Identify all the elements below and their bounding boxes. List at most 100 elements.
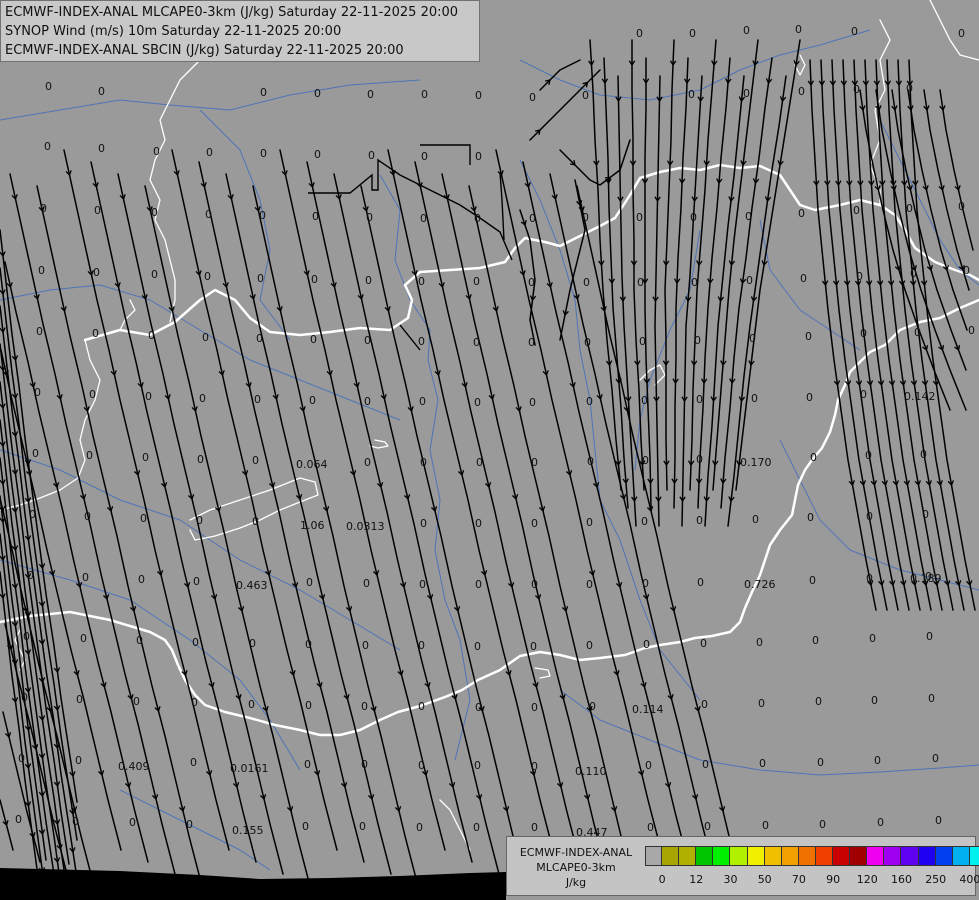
- map-canvas[interactable]: 0 0 0 0 0 0 0 0 0 0 0 0 0 0 0 0 0 0 0 0 0 0 0 0 0 0 0 0 0 0 0 0 0 0 0 0 0 0 0 0…: [0, 0, 979, 900]
- value-label-zero: 0: [914, 326, 921, 339]
- value-label: 0.0161: [230, 762, 269, 775]
- value-label: 1.06: [300, 519, 325, 532]
- value-label-zero: 0: [364, 456, 371, 469]
- legend-swatch: [815, 846, 834, 866]
- legend-swatch: [645, 846, 663, 866]
- value-label-zero: 0: [809, 574, 816, 587]
- value-label-zero: 0: [805, 330, 812, 343]
- value-label-zero: 0: [688, 88, 695, 101]
- value-label-zero: 0: [359, 820, 366, 833]
- value-label-zero: 0: [38, 264, 45, 277]
- value-label-zero: 0: [416, 821, 423, 834]
- value-label-zero: 0: [192, 636, 199, 649]
- value-label-zero: 0: [928, 692, 935, 705]
- value-label-zero: 0: [636, 211, 643, 224]
- value-label-zero: 0: [860, 388, 867, 401]
- value-label-zero: 0: [920, 448, 927, 461]
- value-label-zero: 0: [136, 634, 143, 647]
- legend-swatch: [781, 846, 799, 866]
- value-label-zero: 0: [582, 89, 589, 102]
- value-label-zero: 0: [745, 210, 752, 223]
- value-label-zero: 0: [800, 272, 807, 285]
- value-label-zero: 0: [877, 816, 884, 829]
- value-label-zero: 0: [586, 395, 593, 408]
- value-label-zero: 0: [647, 821, 654, 834]
- map-title-box: ECMWF-INDEX-ANAL MLCAPE0-3km (J/kg) Satu…: [0, 0, 480, 62]
- value-label-zero: 0: [305, 699, 312, 712]
- value-label-zero: 0: [586, 639, 593, 652]
- value-label-zero: 0: [475, 150, 482, 163]
- title-line-synop-wind: SYNOP Wind (m/s) 10m Saturday 22-11-2025…: [5, 24, 342, 39]
- value-label-zero: 0: [86, 449, 93, 462]
- value-label-zero: 0: [309, 394, 316, 407]
- value-label-zero: 0: [474, 212, 481, 225]
- value-label-zero: 0: [586, 578, 593, 591]
- value-label-zero: 0: [910, 267, 917, 280]
- value-label-zero: 0: [817, 756, 824, 769]
- value-label-zero: 0: [44, 140, 51, 153]
- value-label-zero: 0: [583, 276, 590, 289]
- value-label-zero: 0: [865, 449, 872, 462]
- value-label-zero: 0: [191, 696, 198, 709]
- value-label-zero: 0: [530, 640, 537, 653]
- value-label-zero: 0: [528, 276, 535, 289]
- value-label-zero: 0: [642, 577, 649, 590]
- value-label-zero: 0: [72, 815, 79, 828]
- value-label-zero: 0: [190, 756, 197, 769]
- value-label: 0.0313: [346, 520, 385, 533]
- value-label-zero: 0: [751, 392, 758, 405]
- value-label-zero: 0: [806, 391, 813, 404]
- legend-line-parameter: MLCAPE0-3km: [536, 861, 616, 874]
- value-label: 0.189: [910, 572, 942, 585]
- value-label-zero: 0: [475, 701, 482, 714]
- value-label-zero: 0: [420, 212, 427, 225]
- value-label-zero: 0: [704, 820, 711, 833]
- title-line-sbcin: ECMWF-INDEX-ANAL SBCIN (J/kg) Saturday 2…: [5, 43, 404, 58]
- legend-swatch: [969, 846, 979, 866]
- legend-label: ECMWF-INDEX-ANAL MLCAPE0-3km J/kg: [511, 845, 641, 890]
- value-label-zero: 0: [641, 515, 648, 528]
- value-label-zero: 0: [361, 758, 368, 771]
- title-line-mlcape: ECMWF-INDEX-ANAL MLCAPE0-3km (J/kg) Satu…: [5, 5, 459, 20]
- legend-swatch: [901, 846, 919, 866]
- value-label-zero: 0: [752, 513, 759, 526]
- value-label-zero: 0: [696, 453, 703, 466]
- value-label: 0.170: [740, 456, 772, 469]
- value-label-zero: 0: [82, 571, 89, 584]
- value-label-zero: 0: [798, 207, 805, 220]
- value-label-zero: 0: [138, 573, 145, 586]
- value-label-zero: 0: [153, 145, 160, 158]
- value-label-zero: 0: [531, 760, 538, 773]
- legend-swatch: [952, 846, 970, 866]
- value-label-zero: 0: [84, 510, 91, 523]
- legend-tick-label: 250: [925, 873, 947, 886]
- value-label-zero: 0: [254, 393, 261, 406]
- value-label-zero: 0: [364, 334, 371, 347]
- value-label-zero: 0: [866, 572, 873, 585]
- value-label-zero: 0: [199, 392, 206, 405]
- value-label-zero: 0: [475, 578, 482, 591]
- legend-line-source: ECMWF-INDEX-ANAL: [519, 846, 633, 859]
- value-label-zero: 0: [756, 636, 763, 649]
- legend-swatch: [935, 846, 953, 866]
- value-label-zero: 0: [419, 395, 426, 408]
- value-label-zero: 0: [302, 820, 309, 833]
- value-label-zero: 0: [362, 639, 369, 652]
- value-label-zero: 0: [260, 86, 267, 99]
- value-label-zero: 0: [196, 514, 203, 527]
- value-label-zero: 0: [366, 211, 373, 224]
- value-label-zero: 0: [40, 202, 47, 215]
- value-label-zero: 0: [27, 569, 34, 582]
- legend-swatch: [798, 846, 816, 866]
- legend-line-unit: J/kg: [565, 876, 587, 889]
- value-label-zero: 0: [531, 517, 538, 530]
- value-label-zero: 0: [871, 694, 878, 707]
- value-label-zero: 0: [418, 639, 425, 652]
- value-label-zero: 0: [367, 88, 374, 101]
- value-label-zero: 0: [856, 270, 863, 283]
- value-label-zero: 0: [75, 754, 82, 767]
- value-label-zero: 0: [690, 211, 697, 224]
- value-label-zero: 0: [531, 821, 538, 834]
- value-label-zero: 0: [853, 83, 860, 96]
- value-label-zero: 0: [636, 27, 643, 40]
